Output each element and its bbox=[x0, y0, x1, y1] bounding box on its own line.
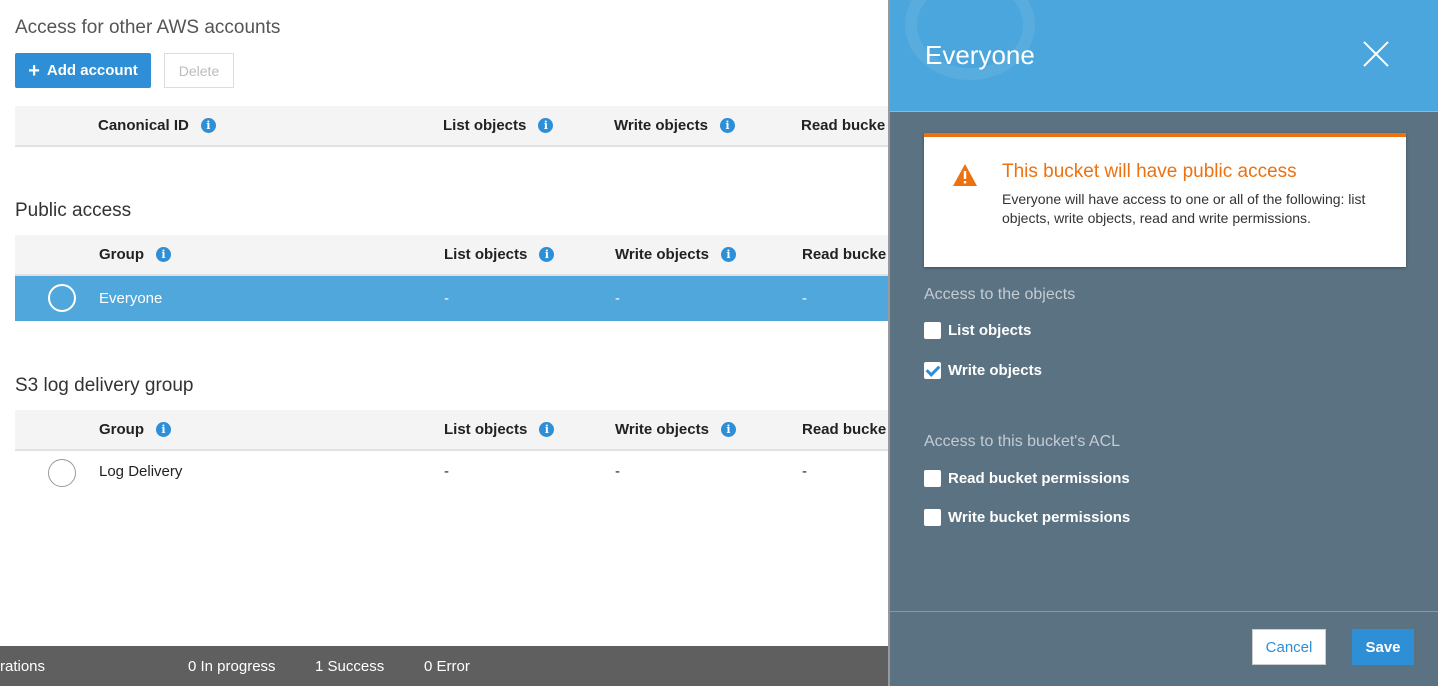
acl-access-label: Access to this bucket's ACL bbox=[924, 433, 1121, 450]
write-permissions-option[interactable]: Write bucket permissions bbox=[924, 509, 1130, 526]
info-icon[interactable]: i bbox=[156, 422, 171, 437]
group-cell: Log Delivery bbox=[99, 462, 183, 480]
info-icon[interactable]: i bbox=[539, 247, 555, 262]
read-permissions-option[interactable]: Read bucket permissions bbox=[924, 470, 1130, 487]
delete-button[interactable]: Delete bbox=[164, 53, 234, 88]
write-objects-option[interactable]: Write objects bbox=[924, 362, 1042, 379]
info-icon[interactable]: i bbox=[156, 247, 171, 262]
save-button[interactable]: Save bbox=[1352, 629, 1414, 665]
column-header: Group i bbox=[99, 235, 171, 274]
panel-header: Everyone bbox=[890, 0, 1438, 112]
column-header: Read bucke bbox=[802, 410, 886, 449]
write-permissions-label: Write bucket permissions bbox=[948, 509, 1131, 526]
column-label: Group bbox=[99, 421, 144, 438]
list-objects-cell: - bbox=[444, 290, 449, 307]
public-access-warning: This bucket will have public access Ever… bbox=[924, 133, 1406, 267]
aws-accounts-title: Access for other AWS accounts bbox=[15, 17, 281, 38]
s3-log-table-header: Group i List objects i Write objects i Read… bbox=[15, 410, 890, 451]
cancel-button[interactable]: Cancel bbox=[1252, 629, 1326, 665]
row-radio-button[interactable] bbox=[48, 284, 76, 312]
list-objects-checkbox[interactable] bbox=[924, 322, 941, 339]
column-header: Read bucke bbox=[801, 106, 885, 145]
list-objects-option[interactable]: List objects bbox=[924, 322, 1031, 339]
column-label: Canonical ID bbox=[98, 117, 189, 134]
read-permissions-label: Read bucket permissions bbox=[948, 470, 1130, 487]
column-label: Write objects bbox=[615, 421, 709, 438]
write-objects-cell: - bbox=[615, 290, 620, 307]
row-radio-button[interactable] bbox=[48, 459, 76, 487]
everyone-permissions-panel: Everyone This bucket will have public ac… bbox=[888, 0, 1438, 686]
write-objects-checkbox[interactable] bbox=[924, 362, 941, 379]
read-permissions-checkbox[interactable] bbox=[924, 470, 941, 487]
operations-status-bar: rations 0 In progress 1 Success 0 Error bbox=[0, 646, 890, 686]
info-icon[interactable]: i bbox=[720, 247, 736, 262]
success-count[interactable]: 1 Success bbox=[315, 658, 384, 675]
warning-title: This bucket will have public access bbox=[1002, 161, 1297, 182]
write-objects-label: Write objects bbox=[948, 362, 1042, 379]
warning-icon bbox=[953, 164, 977, 186]
column-label: Read bucke bbox=[802, 246, 887, 263]
column-label: Read bucke bbox=[802, 421, 887, 438]
info-icon[interactable]: i bbox=[538, 118, 554, 133]
column-label: List objects bbox=[444, 421, 528, 438]
read-bucket-cell: - bbox=[802, 290, 807, 307]
column-header: Write objects i bbox=[615, 235, 736, 274]
panel-footer: Cancel Save bbox=[890, 611, 1438, 686]
write-objects-cell: - bbox=[615, 462, 620, 480]
add-account-button[interactable]: + Add account bbox=[15, 53, 151, 88]
info-icon[interactable]: i bbox=[539, 422, 555, 437]
panel-title: Everyone bbox=[925, 40, 1035, 70]
warning-body: Everyone will have access to one or all … bbox=[1002, 191, 1366, 226]
column-label: Group bbox=[99, 246, 144, 263]
list-objects-label: List objects bbox=[948, 322, 1032, 339]
column-label: Read bucke bbox=[801, 117, 886, 134]
read-bucket-cell: - bbox=[802, 462, 807, 480]
group-cell: Everyone bbox=[99, 290, 163, 307]
error-count[interactable]: 0 Error bbox=[424, 658, 470, 675]
operations-label[interactable]: rations bbox=[0, 658, 45, 675]
column-header: Write objects i bbox=[615, 410, 736, 449]
add-account-label: Add account bbox=[46, 62, 138, 79]
info-icon[interactable]: i bbox=[200, 118, 216, 133]
aws-accounts-table-header: Canonical ID i List objects i Write object… bbox=[15, 106, 890, 147]
write-permissions-checkbox[interactable] bbox=[924, 509, 941, 526]
public-access-title: Public access bbox=[15, 200, 132, 221]
column-header: List objects i bbox=[444, 235, 555, 274]
info-icon[interactable]: i bbox=[720, 422, 736, 437]
public-access-table-header: Group i List objects i Write objects i Read… bbox=[15, 235, 890, 276]
close-icon[interactable] bbox=[1362, 40, 1390, 68]
s3-log-delivery-title: S3 log delivery group bbox=[15, 375, 194, 396]
in-progress-count[interactable]: 0 In progress bbox=[188, 658, 276, 675]
column-header: List objects i bbox=[444, 410, 555, 449]
column-label: Write objects bbox=[614, 117, 708, 134]
plus-icon: + bbox=[28, 59, 40, 82]
table-row[interactable]: Everyone - - - bbox=[15, 276, 890, 321]
column-label: Write objects bbox=[615, 246, 709, 263]
column-label: List objects bbox=[443, 117, 527, 134]
table-row[interactable]: Log Delivery - - - bbox=[15, 451, 890, 496]
list-objects-cell: - bbox=[444, 462, 449, 480]
column-label: List objects bbox=[444, 246, 528, 263]
column-header: Canonical ID i bbox=[98, 106, 216, 145]
info-icon[interactable]: i bbox=[719, 118, 735, 133]
column-header: Write objects i bbox=[614, 106, 735, 145]
objects-access-label: Access to the objects bbox=[924, 286, 1076, 303]
column-header: List objects i bbox=[443, 106, 554, 145]
column-header: Group i bbox=[99, 410, 171, 449]
column-header: Read bucke bbox=[802, 235, 886, 274]
